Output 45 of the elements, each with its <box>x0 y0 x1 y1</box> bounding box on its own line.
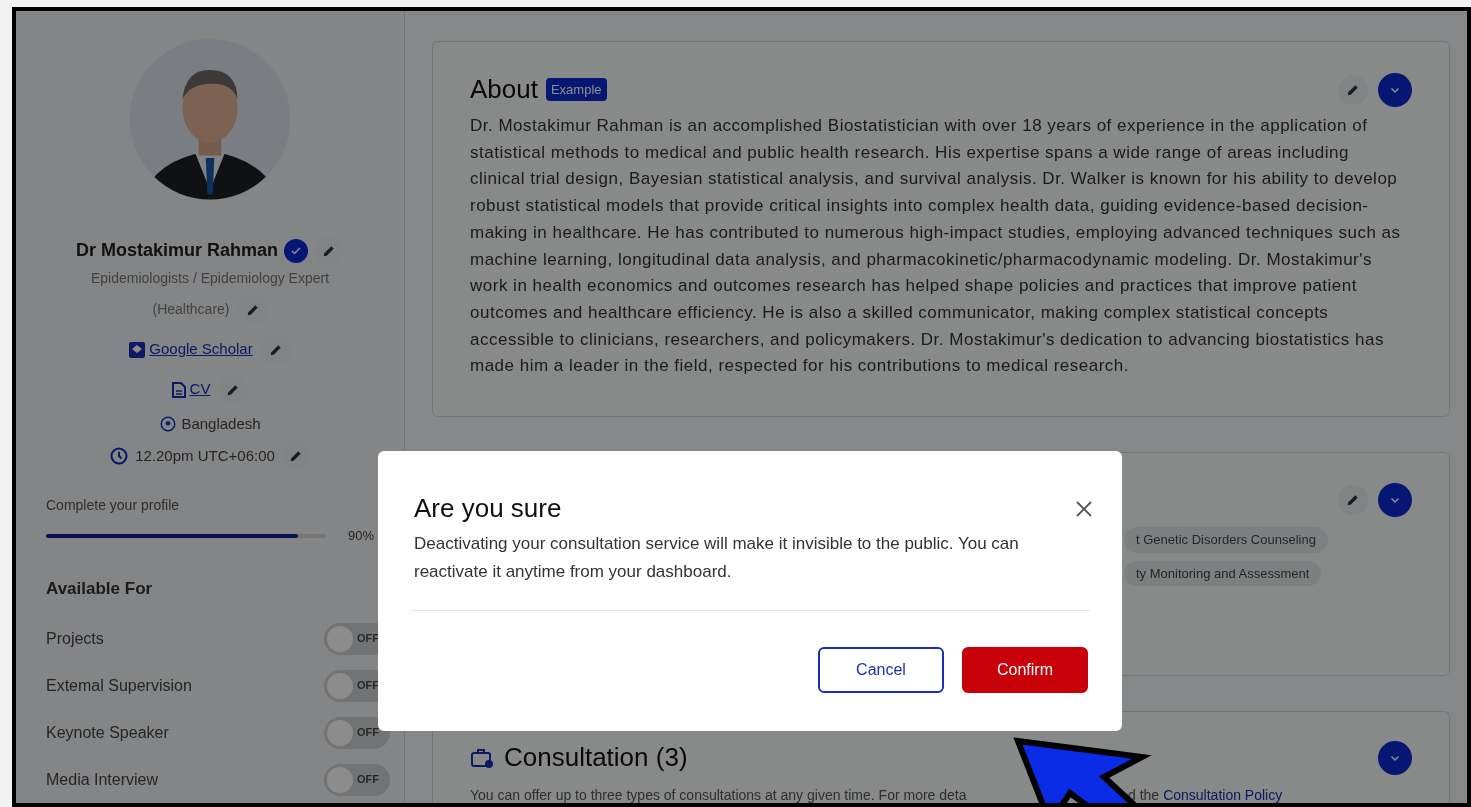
option-label: Projects <box>46 628 104 649</box>
pencil-icon <box>226 382 241 397</box>
pencil-icon <box>288 449 303 463</box>
example-badge: Example <box>545 77 607 102</box>
policy-link[interactable]: Consultation Policy <box>1163 787 1283 803</box>
consultation-note: You can offer up to three types of consultations at any given time. For more deta <box>470 787 967 803</box>
location-text: Bangladesh <box>181 413 261 434</box>
profile-title: Epidemiologists / Epidemiology Expert <box>90 268 330 288</box>
edit-button[interactable] <box>1338 485 1368 515</box>
option-label: Extemal Supervision <box>46 675 192 696</box>
pencil-icon <box>322 243 336 258</box>
document-icon <box>171 381 186 398</box>
progress-percent: 90% <box>347 527 374 545</box>
completion-label: Complete your profile <box>46 496 181 515</box>
confirm-button[interactable]: Confirm <box>962 647 1088 693</box>
skill-tag: t Genetic Disorders Counseling <box>1124 527 1328 553</box>
card-title: About <box>470 73 538 106</box>
toggle-switch[interactable]: OFF <box>324 763 390 796</box>
card-title: Consultation (3) <box>504 741 688 774</box>
edit-button[interactable] <box>1338 74 1368 105</box>
expand-button[interactable] <box>1378 483 1412 517</box>
pencil-icon <box>1346 82 1360 97</box>
location-icon <box>159 414 178 433</box>
close-icon <box>1075 499 1093 518</box>
expand-button[interactable] <box>1378 740 1412 775</box>
toggle-switch[interactable]: OFF <box>324 716 390 749</box>
option-label: Keynote Speaker <box>46 722 169 743</box>
cancel-button[interactable]: Cancel <box>818 647 944 693</box>
profile-field: (Healthcare) <box>152 299 230 320</box>
about-text: Dr. Mostakimur Rahman is an accomplished Biostatistician with over 18 years of experience in the application of statistical methods to medical and public health research. His expertise spans a wide range of areas including clinical trial design, Bayesian statistical analysis, and survival analysis. Dr. Walker is known for his ability to develop robust statistical models that provide critical insights into complex health data, guiding evidence-based decision-making in healthcare. He has contributed to numerous high-impact studies, employing advanced techniques such as machine learning, longitudinal data analysis, and pharmacokinetic/pharmacodynamic modeling. Dr. Mostakimur's work in health economics and outcomes research has helped shape policies and practices that improve patient outcomes and healthcare efficiency. He is also a skilled communicator, making complex statistical concepts accessible to clinicians, researchers, and policymakers. Dr. Mostakimur's dedication to advancing biostatistics has made him a leader in the field, respected for his contributions to medical research. <box>470 115 1402 378</box>
section-heading: Available For <box>46 577 154 600</box>
expand-button[interactable] <box>1378 72 1412 107</box>
scholar-link[interactable]: Google Scholar <box>129 338 253 361</box>
pencil-icon <box>245 302 260 317</box>
profile-name: Dr Mostakimur Rahman <box>75 239 278 262</box>
pencil-icon <box>1346 493 1360 507</box>
option-label: Media Interview <box>46 769 159 790</box>
scholar-icon <box>129 341 146 358</box>
cv-link[interactable]: CV <box>171 378 211 401</box>
dialog-title: Are you sure <box>414 492 562 525</box>
skill-tag: ty Monitoring and Assessment <box>1124 560 1322 586</box>
time-text: 12.20pm UTC+06:00 <box>135 445 275 466</box>
pencil-icon <box>268 342 283 357</box>
dialog-message: Deactivating your consultation service will make it invisible to the public. You can reactivate it anytime from your dashboard. <box>414 533 1020 583</box>
clock-icon <box>109 446 130 466</box>
